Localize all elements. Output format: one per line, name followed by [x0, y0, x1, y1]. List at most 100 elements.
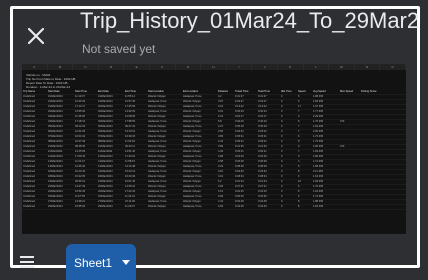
cell: 0:36:36 [258, 195, 267, 198]
cell: 6 [298, 95, 300, 98]
cell: Wasnik Vidyapi [183, 120, 201, 123]
cell: 1.85 365 [313, 145, 324, 148]
cell: Start Time [75, 90, 87, 93]
column-letter: F [150, 64, 176, 70]
cell: Wasnik Vidyapi [183, 160, 201, 163]
cell: 0:36:31 [258, 150, 267, 153]
cell: Hadapsar, Pune [148, 100, 167, 103]
cell: Travel Time [235, 90, 249, 93]
cell: 09:20:11 [125, 145, 135, 148]
cell: 0:29:22 [235, 130, 244, 133]
cell: 11:44:31 [125, 195, 135, 198]
cell: Undefined [23, 120, 35, 123]
cell: End Time [125, 90, 136, 93]
column-letter: O [380, 64, 406, 70]
cell: 0 [281, 115, 283, 118]
cell: 4.44 [218, 140, 224, 143]
cell: 0 [281, 155, 283, 158]
cell: 04/Mar/2024 [98, 115, 113, 118]
column-letter: K [278, 64, 304, 70]
cell: Undefined [23, 160, 35, 163]
cell: 12/Mar/2024 [98, 155, 113, 158]
cell: Distance [218, 90, 229, 93]
cell: 10 [298, 180, 301, 183]
chevron-down-icon[interactable] [122, 260, 130, 265]
cell: 14:05:10 [125, 185, 136, 188]
cell: 0:31:36 [258, 145, 267, 148]
cell [339, 160, 360, 164]
cell: Driving Score [361, 90, 377, 93]
cell: 0 [281, 140, 283, 143]
cell: 12:23:19 [75, 100, 86, 103]
cell: Hadapsar, Pune [148, 200, 167, 203]
cell: 14:51:40 [125, 150, 136, 153]
cell: 1.67 365 [313, 105, 324, 108]
cell: 7 [298, 110, 300, 113]
cell [339, 110, 360, 114]
cell: 0:36:33 [235, 110, 244, 113]
column-headers: ABCDEFGHIJKLMNO [22, 64, 406, 70]
column-letter: N [355, 64, 381, 70]
cell: 17:58:53 [125, 120, 136, 123]
cell: 0 [281, 110, 283, 113]
cell: 1.73 365 [313, 195, 324, 198]
cell: 04/Mar/2024 [98, 120, 113, 123]
data-grid: Trip Name Start Date Start Time End Date End… [22, 90, 406, 210]
cell: 27/Mar/2024 [48, 200, 63, 203]
cell: 0:35:31 [235, 140, 244, 143]
cell: Hadapsar, Pune [148, 190, 167, 193]
cell: Idle Time [281, 90, 292, 93]
cell: 11:58:15 [125, 160, 135, 163]
cell: Wasnik Vidyapi [148, 95, 166, 98]
cell: 0:38:34 [235, 175, 244, 178]
cell: 4.01 [218, 110, 224, 113]
cell: Wasnik Vidyapi [148, 165, 166, 168]
column-letter: C [73, 64, 99, 70]
cell: 05/Mar/2024 [98, 125, 113, 128]
cell: 9 [298, 155, 300, 158]
cell: 16:03:44 [75, 135, 86, 138]
cell: 8 [298, 140, 300, 143]
cell: Undefined [23, 115, 35, 118]
cell: 7 [298, 130, 300, 133]
column-letter: M [329, 64, 355, 70]
cell: 12/Mar/2024 [48, 155, 63, 158]
cell: 3.29 [218, 165, 224, 168]
cell: 0:32:17 [235, 115, 244, 118]
cell: 0 [281, 100, 283, 103]
cell: 4 [298, 160, 300, 163]
cell: Hadapsar, Pune [148, 170, 167, 173]
cell: 13:55:30 [75, 110, 86, 113]
menu-icon[interactable] [20, 256, 34, 268]
cell: Start Location [148, 90, 165, 93]
cell: Hadapsar, Pune [183, 125, 202, 128]
cell: 1.68 365 [313, 165, 324, 168]
cell: Undefined [23, 195, 35, 198]
cell: 22/Mar/2024 [98, 190, 113, 193]
cell: 6 [298, 175, 300, 178]
spreadsheet-preview[interactable]: ABCDEFGHIJKLMNO Vehicle no : MH04 Trip No… [22, 64, 406, 234]
cell: 04/Mar/2024 [48, 115, 63, 118]
cell: 08/Mar/2024 [48, 140, 63, 143]
cell: 16:20:39 [125, 175, 136, 178]
cell: Undefined [23, 170, 35, 173]
cell: 3.56 [218, 130, 224, 133]
cell: 1.83 365 [313, 100, 324, 103]
cell: 2.24 [218, 115, 224, 118]
cell: 18/Mar/2024 [48, 175, 63, 178]
column-letter: L [304, 64, 330, 70]
cell: Hadapsar, Pune [148, 160, 167, 163]
cell: Undefined [23, 205, 35, 208]
cell: 0 [281, 150, 283, 153]
tab-sheet1[interactable]: Sheet1 [66, 244, 136, 280]
cell: 2.58 [218, 160, 224, 163]
cell: Wasnik Vidyapi [148, 195, 166, 198]
cell: Hadapsar, Pune [148, 110, 167, 113]
close-icon[interactable] [26, 26, 46, 46]
cell: 25/Mar/2024 [48, 195, 63, 198]
cell: 13/Mar/2024 [98, 160, 113, 163]
cell: 6 [298, 135, 300, 138]
cell [339, 125, 360, 129]
cell: 0:31:34 [258, 180, 267, 183]
cell: 3.96 [218, 195, 224, 198]
